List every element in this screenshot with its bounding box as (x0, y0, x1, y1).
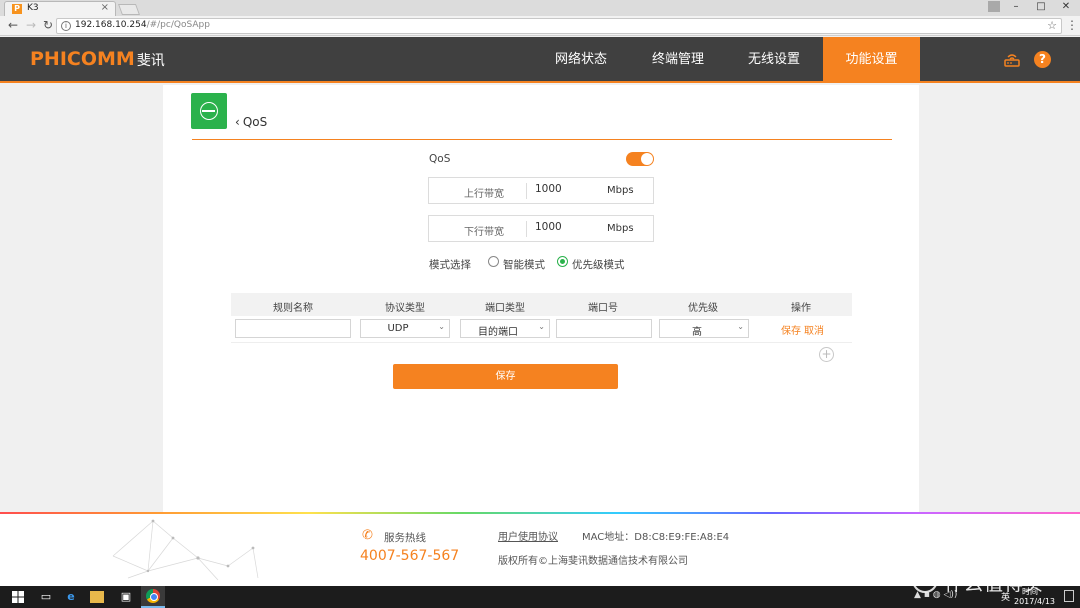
port-type-value: 目的端口 (478, 327, 518, 338)
logo-text-cn: 斐讯 (136, 53, 165, 69)
col-port-type: 端口类型 (485, 303, 525, 314)
upload-bandwidth-input[interactable]: 1000 (535, 183, 595, 195)
browser-menu-icon[interactable]: ⋮ (1066, 18, 1078, 32)
port-type-select[interactable]: 目的端口 ⌄ (460, 319, 550, 338)
port-number-input[interactable] (556, 319, 652, 338)
add-rule-button[interactable]: + (819, 347, 834, 362)
row-divider (231, 342, 852, 343)
minimize-icon[interactable]: – (1004, 0, 1028, 14)
smart-mode-radio[interactable] (488, 256, 499, 267)
watermark-text: 什么值得买 (944, 573, 1045, 595)
nav-wireless-settings[interactable]: 无线设置 (733, 37, 815, 83)
field-separator (526, 183, 527, 199)
url-text[interactable]: 192.168.10.254/#/pc/QoSApp (75, 20, 210, 30)
qos-toggle[interactable] (626, 152, 654, 166)
upload-unit: Mbps (607, 185, 634, 196)
site-info-icon[interactable]: i (61, 21, 71, 31)
qos-toggle-label: QoS (429, 153, 451, 165)
watermark-logo-icon: 值 (912, 567, 938, 593)
rainbow-divider (0, 512, 1080, 514)
toggle-knob (641, 153, 653, 165)
download-unit: Mbps (607, 223, 634, 234)
help-icon[interactable]: ? (1034, 51, 1051, 68)
qos-panel: ‹ QoS QoS 上行带宽 1000 Mbps 下行带宽 1000 Mbps 模… (163, 85, 919, 512)
back-to-features-link[interactable]: ‹ QoS (235, 115, 267, 129)
nav-device-management[interactable]: 终端管理 (637, 37, 719, 83)
row-cancel-link[interactable]: 取消 (804, 322, 824, 337)
clock-date[interactable]: 2017/4/13 (1014, 597, 1055, 606)
back-arrow-icon[interactable]: ← (6, 18, 20, 32)
priority-value: 高 (692, 327, 702, 338)
chrome-taskbar-button[interactable] (141, 586, 165, 608)
windows-start-icon[interactable] (10, 589, 26, 605)
title-divider (192, 139, 892, 140)
col-port-number: 端口号 (588, 303, 618, 314)
chevron-down-icon: ⌄ (737, 322, 744, 331)
chevron-down-icon: ⌄ (538, 322, 545, 331)
hotline-label: 服务热线 (384, 532, 426, 544)
mode-select-label: 模式选择 (429, 259, 471, 271)
user-agreement-link[interactable]: 用户使用协议 (498, 528, 558, 543)
col-actions: 操作 (791, 303, 811, 314)
store-icon[interactable]: ▣ (118, 589, 134, 605)
smart-mode-label[interactable]: 智能模式 (503, 257, 545, 272)
url-path: /#/pc/QoSApp (146, 20, 210, 30)
close-window-icon[interactable]: ✕ (1054, 0, 1078, 14)
col-protocol: 协议类型 (385, 303, 425, 314)
router-header: PHICOMM 斐讯 网络状态 终端管理 无线设置 功能设置 ? (0, 37, 1080, 83)
mac-address: MAC地址：D8:C8:E9:FE:A8:E4 (582, 532, 730, 543)
protocol-value: UDP (387, 323, 409, 334)
download-bandwidth-label: 下行带宽 (464, 227, 504, 238)
file-explorer-icon[interactable] (90, 591, 104, 603)
browser-tab[interactable]: P K3 × (4, 1, 116, 16)
priority-mode-radio[interactable] (557, 256, 568, 267)
copyright-text: 版权所有©上海斐讯数据通信技术有限公司 (498, 556, 688, 567)
reload-icon[interactable]: ↻ (41, 18, 55, 32)
row-save-link[interactable]: 保存 (781, 322, 801, 337)
edge-browser-icon[interactable]: e (63, 589, 79, 605)
chrome-icon (146, 589, 160, 603)
network-decoration (112, 519, 259, 581)
browser-tabstrip: P K3 × – □ ✕ (0, 0, 1080, 16)
save-button[interactable]: 保存 (393, 364, 618, 389)
url-host: 192.168.10.254 (75, 20, 147, 30)
task-view-icon[interactable]: ▭ (38, 589, 54, 605)
field-separator (526, 221, 527, 237)
page-title: QoS (242, 115, 268, 129)
router-icon[interactable] (1003, 50, 1021, 68)
browser-toolbar: ← → ↻ i 192.168.10.254/#/pc/QoSApp ☆ ⋮ (0, 16, 1080, 36)
smzdm-watermark: 值 什么值得买 (908, 567, 1076, 595)
download-bandwidth-input[interactable]: 1000 (535, 221, 595, 233)
forward-arrow-icon[interactable]: → (24, 18, 38, 32)
download-bandwidth-field: 下行带宽 1000 Mbps (428, 215, 654, 242)
protocol-select[interactable]: UDP ⌄ (360, 319, 450, 338)
chevron-down-icon: ⌄ (438, 322, 445, 331)
new-tab-button[interactable] (117, 4, 141, 15)
priority-mode-label[interactable]: 优先级模式 (572, 257, 625, 272)
qos-icon (191, 93, 227, 129)
rule-name-input[interactable] (235, 319, 351, 338)
maximize-icon[interactable]: □ (1029, 0, 1053, 14)
priority-select[interactable]: 高 ⌄ (659, 319, 749, 338)
phicomm-favicon-icon: P (12, 4, 22, 14)
col-priority: 优先级 (688, 303, 718, 314)
chevron-left-icon: ‹ (235, 115, 240, 129)
nav-feature-settings[interactable]: 功能设置 (823, 37, 920, 83)
upload-bandwidth-label: 上行带宽 (464, 189, 504, 200)
upload-bandwidth-field: 上行带宽 1000 Mbps (428, 177, 654, 204)
address-bar[interactable]: i 192.168.10.254/#/pc/QoSApp ☆ (56, 18, 1062, 34)
col-rule-name: 规则名称 (273, 303, 313, 314)
hotline-number: 4007-567-567 (360, 548, 460, 564)
phone-icon: ✆ (362, 528, 373, 543)
bookmark-star-icon[interactable]: ☆ (1047, 19, 1057, 32)
phicomm-logo: PHICOMM 斐讯 (30, 48, 165, 70)
tab-title: K3 (27, 3, 39, 13)
nav-network-status[interactable]: 网络状态 (540, 37, 622, 83)
logo-text-en: PHICOMM (30, 48, 135, 70)
user-profile-icon[interactable] (988, 1, 1000, 12)
tab-close-icon[interactable]: × (101, 2, 109, 13)
rules-table-header: 规则名称 协议类型 端口类型 端口号 优先级 操作 (231, 293, 852, 316)
